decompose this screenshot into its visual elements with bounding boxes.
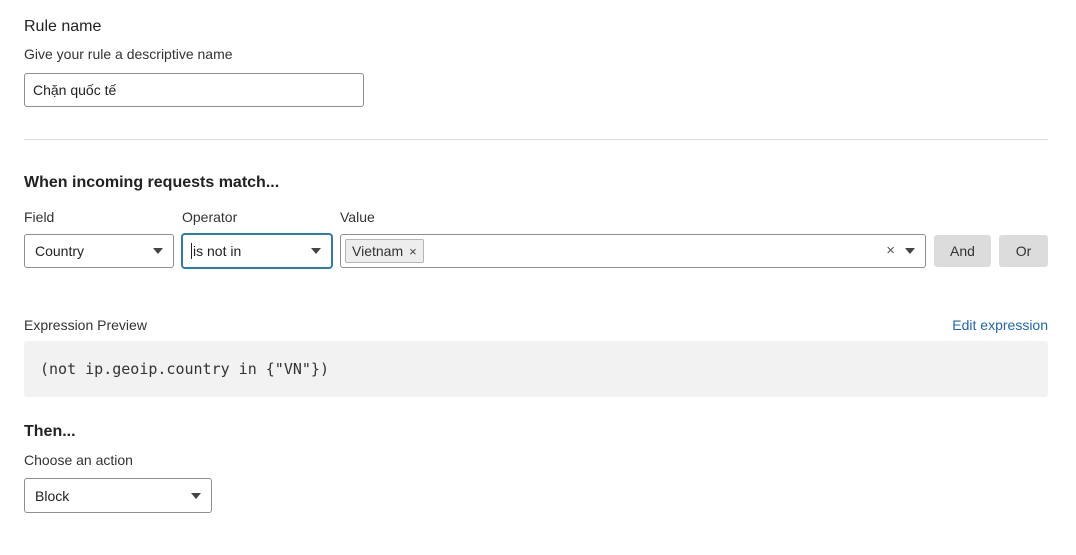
value-chip: Vietnam × — [345, 239, 424, 263]
action-select-value: Block — [35, 487, 70, 504]
operator-select-value: is not in — [193, 243, 242, 259]
value-multiselect[interactable]: Vietnam × × — [340, 234, 926, 268]
action-description: Choose an action — [24, 452, 133, 468]
section-divider — [24, 139, 1048, 140]
and-button[interactable]: And — [934, 235, 991, 267]
action-select[interactable]: Block — [24, 478, 212, 513]
chevron-down-icon — [311, 248, 321, 254]
or-button[interactable]: Or — [999, 235, 1048, 267]
expression-preview-label: Expression Preview — [24, 317, 147, 333]
rule-name-heading: Rule name — [24, 18, 102, 35]
field-select[interactable]: Country — [24, 234, 174, 268]
expression-code: (not ip.geoip.country in {"VN"}) — [24, 341, 1048, 397]
then-heading: Then... — [24, 423, 76, 440]
chevron-down-icon — [153, 248, 163, 254]
operator-label: Operator — [182, 209, 238, 225]
clear-icon[interactable]: × — [886, 242, 895, 259]
value-label: Value — [340, 209, 375, 225]
value-chip-label: Vietnam — [352, 243, 404, 259]
chevron-down-icon — [905, 248, 915, 254]
expression-code-text: (not ip.geoip.country in {"VN"}) — [40, 360, 329, 378]
operator-select[interactable]: is not in — [182, 234, 332, 268]
text-cursor — [191, 243, 192, 259]
field-select-value: Country — [35, 243, 85, 259]
match-heading: When incoming requests match... — [24, 174, 280, 191]
chip-remove-icon[interactable]: × — [409, 244, 417, 259]
field-label: Field — [24, 209, 55, 225]
chevron-down-icon — [191, 492, 201, 499]
rule-name-description: Give your rule a descriptive name — [24, 46, 233, 62]
rule-name-input[interactable] — [24, 73, 364, 107]
edit-expression-link[interactable]: Edit expression — [952, 317, 1048, 333]
